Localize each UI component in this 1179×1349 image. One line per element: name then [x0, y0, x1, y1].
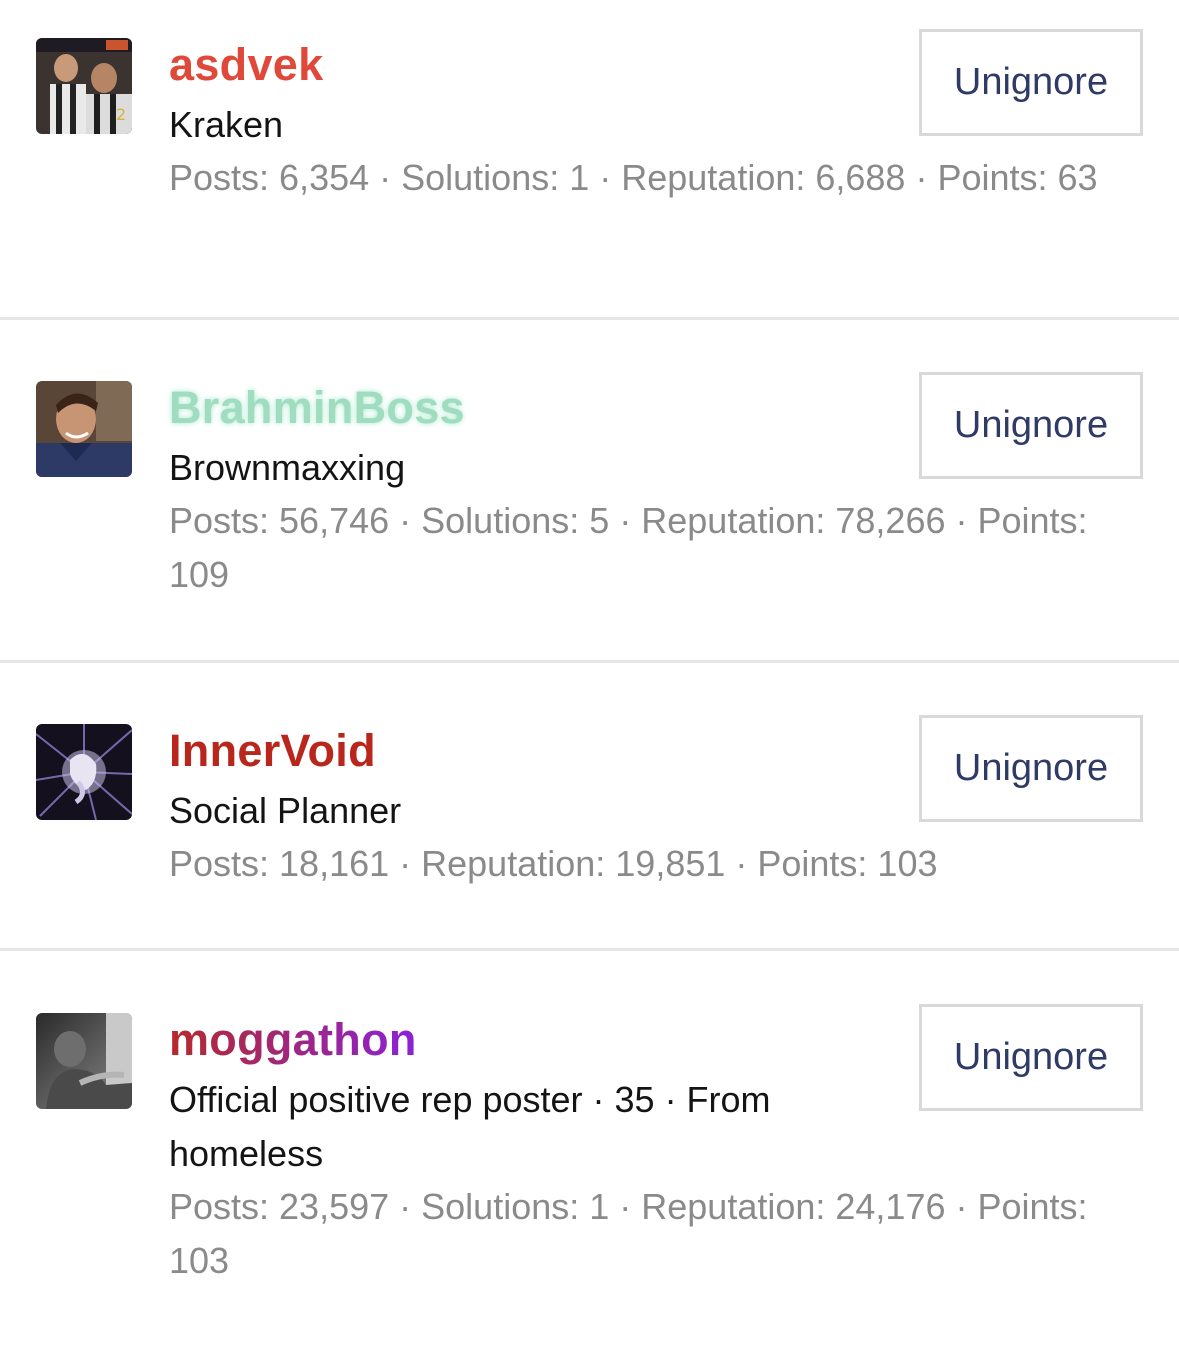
username-link[interactable]: moggathon: [169, 1013, 417, 1067]
svg-text:2: 2: [116, 105, 126, 124]
unignore-button[interactable]: Unignore: [919, 372, 1143, 479]
user-photo-icon: [36, 381, 132, 477]
user-stats: Posts: 18,161 · Reputation: 19,851 · Poi…: [169, 843, 938, 884]
user-photo-icon: [36, 724, 132, 820]
username-link[interactable]: BrahminBoss: [169, 381, 465, 435]
user-photo-icon: 2: [36, 38, 132, 134]
list-item: BrahminBoss Brownmaxxing Posts: 56,746 ·…: [0, 343, 1179, 663]
list-item: moggathon Official positive rep poster ·…: [0, 975, 1179, 1349]
username-link[interactable]: InnerVoid: [169, 724, 376, 778]
unignore-button[interactable]: Unignore: [919, 29, 1143, 136]
user-title: Official positive rep poster · 35 · From…: [169, 1079, 771, 1174]
unignore-button[interactable]: Unignore: [919, 1004, 1143, 1111]
unignore-button[interactable]: Unignore: [919, 715, 1143, 822]
user-stats: Posts: 56,746 · Solutions: 5 · Reputatio…: [169, 500, 1088, 595]
user-title: Kraken: [169, 104, 284, 145]
user-title: Social Planner: [169, 790, 402, 831]
list-item: 2 asdvek Kraken Posts: 6,354 · Solutions…: [0, 0, 1179, 320]
user-stats: Posts: 23,597 · Solutions: 1 · Reputatio…: [169, 1186, 1088, 1281]
avatar[interactable]: [36, 381, 132, 477]
user-title: Brownmaxxing: [169, 447, 406, 488]
avatar[interactable]: [36, 1013, 132, 1109]
list-item: InnerVoid Social Planner Posts: 18,161 ·…: [0, 686, 1179, 951]
avatar[interactable]: [36, 724, 132, 820]
user-stats: Posts: 6,354 · Solutions: 1 · Reputation…: [169, 157, 1098, 198]
user-photo-icon: [36, 1013, 132, 1109]
avatar[interactable]: 2: [36, 38, 132, 134]
username-link[interactable]: asdvek: [169, 38, 323, 92]
